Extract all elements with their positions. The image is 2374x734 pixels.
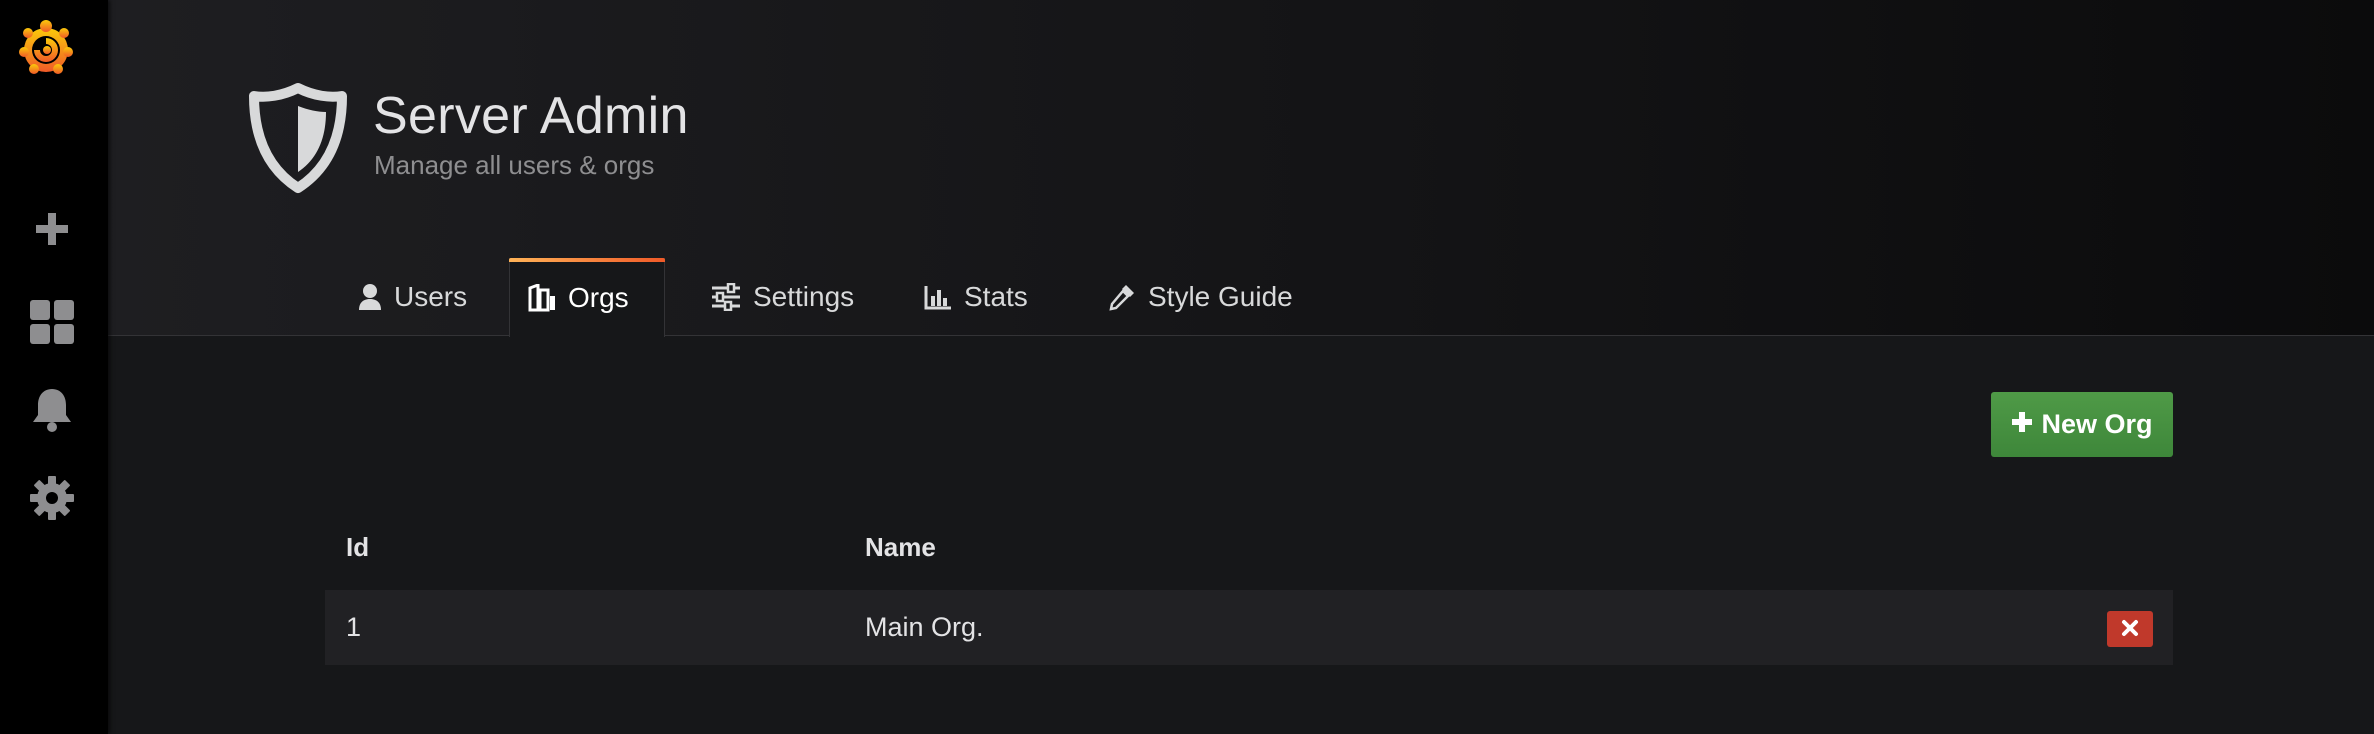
dashboards-icon <box>29 299 75 350</box>
column-header-name: Name <box>865 532 936 562</box>
delete-org-button[interactable] <box>2107 611 2153 647</box>
tab-style-guide[interactable]: Style Guide <box>1090 258 1311 336</box>
column-header-id: Id <box>346 532 370 562</box>
dashboards-menu-item[interactable] <box>24 296 80 352</box>
side-menu <box>0 0 108 734</box>
plus-icon <box>2011 409 2033 440</box>
page-subtitle: Manage all users & orgs <box>374 150 655 180</box>
tab-orgs-label: Orgs <box>568 282 629 313</box>
tab-users-label: Users <box>394 281 468 312</box>
org-id-cell: 1 <box>346 612 362 642</box>
tab-stats[interactable]: Stats <box>906 258 1046 336</box>
gear-icon <box>29 475 75 526</box>
new-org-label: New Org <box>2041 409 2153 439</box>
org-name-cell[interactable]: Main Org. <box>865 612 984 643</box>
bell-icon <box>32 387 72 438</box>
plus-icon <box>34 211 70 252</box>
orgs-icon <box>528 284 556 312</box>
create-menu-item[interactable] <box>24 203 80 259</box>
eyedropper-icon <box>1108 283 1136 311</box>
configuration-menu-item[interactable] <box>24 472 80 528</box>
tab-settings[interactable]: Settings <box>693 258 872 336</box>
tab-orgs[interactable]: Orgs <box>509 258 665 337</box>
new-org-button[interactable]: New Org <box>1991 392 2173 457</box>
sliders-icon <box>711 283 741 311</box>
alerting-menu-item[interactable] <box>24 384 80 440</box>
table-row[interactable]: 1 Main Org. <box>325 590 2173 665</box>
tab-settings-label: Settings <box>753 281 855 312</box>
shield-icon <box>246 82 350 194</box>
page-title: Server Admin <box>373 87 689 145</box>
user-icon <box>358 283 382 311</box>
grafana-logo[interactable] <box>14 16 78 80</box>
tab-stats-label: Stats <box>964 281 1028 312</box>
close-icon <box>2121 619 2139 640</box>
tab-style-guide-label: Style Guide <box>1148 281 1293 312</box>
tab-users[interactable]: Users <box>340 258 485 336</box>
bar-chart-icon <box>924 284 952 310</box>
